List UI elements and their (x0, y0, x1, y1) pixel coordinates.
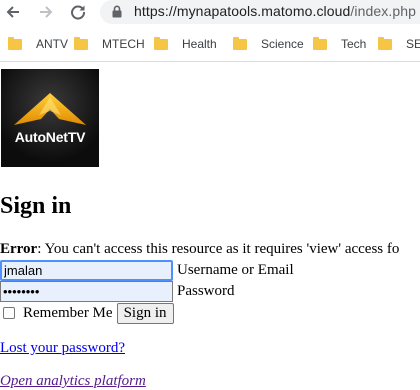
bookmark-label: Health (182, 37, 217, 51)
remember-me-label[interactable]: Remember Me (23, 305, 113, 322)
logo-text: AutoNetTV (14, 129, 86, 145)
url-path: /index.php (350, 3, 417, 19)
lock-icon (112, 5, 122, 18)
bookmark-mtech[interactable]: MTECH (74, 35, 145, 53)
bookmark-label: Science (261, 37, 304, 51)
folder-icon (74, 36, 88, 50)
remember-row: Remember Me Sign in (3, 302, 174, 324)
arrow-right-icon (40, 6, 53, 18)
lost-password-link[interactable]: Lost your password? (0, 340, 125, 357)
bookmark-antv[interactable]: ANTV (8, 35, 68, 53)
bookmark-label: ANTV (36, 37, 69, 51)
open-analytics-link[interactable]: Open analytics platform (0, 373, 146, 390)
folder-icon (154, 36, 168, 50)
username-input[interactable] (0, 260, 173, 281)
bookmark-tech[interactable]: Tech (313, 35, 366, 53)
bookmarks-bar: ANTV MTECH Health Science Tech SEC (0, 26, 420, 62)
address-bar[interactable]: https://mynapatools.matomo.cloud/index.p… (100, 0, 420, 24)
error-message: Error: You can't access this resource as… (0, 240, 399, 258)
folder-icon (233, 36, 247, 50)
username-label: Username or Email (177, 262, 294, 278)
bookmark-sec[interactable]: SEC (378, 35, 420, 53)
arrow-left-icon (6, 6, 19, 18)
url-host: https://mynapatools.matomo.cloud (134, 3, 351, 19)
remember-me-checkbox[interactable] (3, 307, 15, 319)
bookmark-label: Tech (341, 37, 367, 51)
folder-icon (313, 36, 327, 50)
folder-icon (8, 36, 22, 50)
browser-toolbar: https://mynapatools.matomo.cloud/index.p… (0, 0, 420, 26)
folder-icon (378, 36, 392, 50)
page-title: Sign in (0, 193, 72, 219)
bookmark-science[interactable]: Science (233, 35, 304, 53)
login-page: AutoNetTV Sign in Error: You can't acces… (0, 62, 420, 390)
url-text: https://mynapatools.matomo.cloud/index.p… (134, 3, 416, 19)
forward-button[interactable] (34, 1, 58, 23)
bookmark-label: MTECH (102, 37, 145, 51)
bookmark-health[interactable]: Health (154, 35, 217, 53)
reload-icon (71, 5, 86, 20)
password-input[interactable] (0, 281, 173, 302)
password-label: Password (177, 283, 235, 299)
password-row: Password (0, 281, 235, 302)
error-text: : You can't access this resource as it r… (37, 241, 400, 257)
error-label: Error (0, 241, 38, 257)
username-row: Username or Email (0, 260, 294, 281)
autonettv-logo[interactable]: AutoNetTV (1, 69, 99, 167)
sign-in-button[interactable]: Sign in (116, 302, 174, 324)
logo-mark-icon (1, 69, 99, 167)
reload-button[interactable] (66, 1, 90, 23)
back-button[interactable] (1, 1, 25, 23)
bookmark-label: SEC (406, 37, 420, 51)
